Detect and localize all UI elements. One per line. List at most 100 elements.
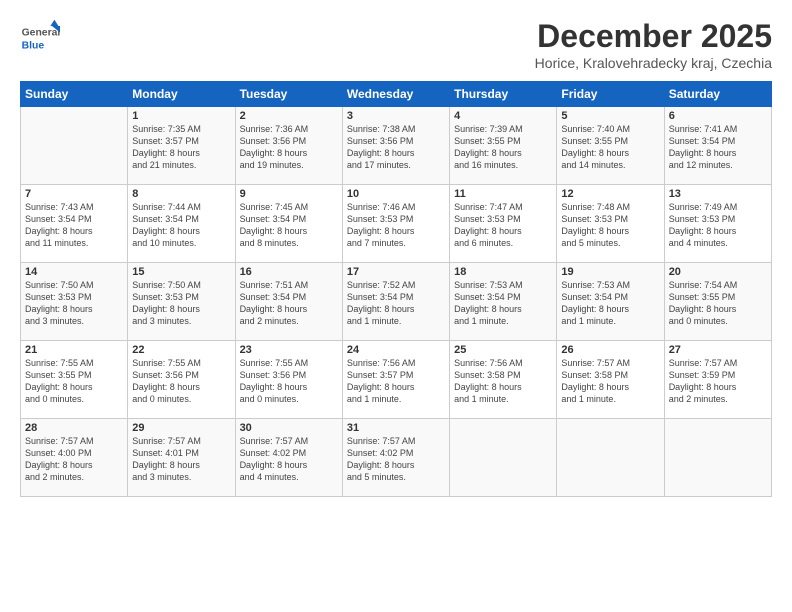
day-number: 10 (347, 188, 445, 200)
day-info: Sunrise: 7:57 AM Sunset: 4:01 PM Dayligh… (132, 435, 230, 484)
day-number: 9 (240, 188, 338, 200)
day-cell: 2Sunrise: 7:36 AM Sunset: 3:56 PM Daylig… (235, 107, 342, 185)
day-info: Sunrise: 7:57 AM Sunset: 4:00 PM Dayligh… (25, 435, 123, 484)
page: General Blue December 2025 Horice, Kralo… (0, 0, 792, 612)
day-info: Sunrise: 7:57 AM Sunset: 3:59 PM Dayligh… (669, 357, 767, 406)
day-cell: 27Sunrise: 7:57 AM Sunset: 3:59 PM Dayli… (664, 341, 771, 419)
day-number: 29 (132, 422, 230, 434)
day-number: 16 (240, 266, 338, 278)
day-cell: 26Sunrise: 7:57 AM Sunset: 3:58 PM Dayli… (557, 341, 664, 419)
day-cell: 11Sunrise: 7:47 AM Sunset: 3:53 PM Dayli… (450, 185, 557, 263)
day-info: Sunrise: 7:53 AM Sunset: 3:54 PM Dayligh… (561, 279, 659, 328)
day-number: 11 (454, 188, 552, 200)
day-number: 8 (132, 188, 230, 200)
day-cell: 24Sunrise: 7:56 AM Sunset: 3:57 PM Dayli… (342, 341, 449, 419)
day-info: Sunrise: 7:57 AM Sunset: 4:02 PM Dayligh… (240, 435, 338, 484)
calendar-subtitle: Horice, Kralovehradecky kraj, Czechia (535, 55, 772, 71)
day-number: 19 (561, 266, 659, 278)
day-info: Sunrise: 7:54 AM Sunset: 3:55 PM Dayligh… (669, 279, 767, 328)
day-number: 21 (25, 344, 123, 356)
header-row: SundayMondayTuesdayWednesdayThursdayFrid… (21, 82, 772, 107)
svg-text:General: General (22, 28, 60, 39)
day-info: Sunrise: 7:48 AM Sunset: 3:53 PM Dayligh… (561, 201, 659, 250)
day-cell: 19Sunrise: 7:53 AM Sunset: 3:54 PM Dayli… (557, 263, 664, 341)
day-cell: 5Sunrise: 7:40 AM Sunset: 3:55 PM Daylig… (557, 107, 664, 185)
day-cell (450, 419, 557, 497)
day-info: Sunrise: 7:56 AM Sunset: 3:58 PM Dayligh… (454, 357, 552, 406)
day-cell: 4Sunrise: 7:39 AM Sunset: 3:55 PM Daylig… (450, 107, 557, 185)
day-cell (557, 419, 664, 497)
day-info: Sunrise: 7:56 AM Sunset: 3:57 PM Dayligh… (347, 357, 445, 406)
day-cell: 23Sunrise: 7:55 AM Sunset: 3:56 PM Dayli… (235, 341, 342, 419)
header: General Blue December 2025 Horice, Kralo… (20, 18, 772, 71)
day-number: 28 (25, 422, 123, 434)
day-number: 30 (240, 422, 338, 434)
col-header-monday: Monday (128, 82, 235, 107)
day-cell: 30Sunrise: 7:57 AM Sunset: 4:02 PM Dayli… (235, 419, 342, 497)
day-number: 6 (669, 110, 767, 122)
day-number: 23 (240, 344, 338, 356)
day-info: Sunrise: 7:41 AM Sunset: 3:54 PM Dayligh… (669, 123, 767, 172)
day-info: Sunrise: 7:55 AM Sunset: 3:56 PM Dayligh… (240, 357, 338, 406)
day-number: 2 (240, 110, 338, 122)
day-cell: 8Sunrise: 7:44 AM Sunset: 3:54 PM Daylig… (128, 185, 235, 263)
day-cell: 16Sunrise: 7:51 AM Sunset: 3:54 PM Dayli… (235, 263, 342, 341)
day-cell: 25Sunrise: 7:56 AM Sunset: 3:58 PM Dayli… (450, 341, 557, 419)
day-number: 15 (132, 266, 230, 278)
logo: General Blue (20, 18, 60, 58)
day-number: 4 (454, 110, 552, 122)
day-info: Sunrise: 7:50 AM Sunset: 3:53 PM Dayligh… (25, 279, 123, 328)
day-info: Sunrise: 7:43 AM Sunset: 3:54 PM Dayligh… (25, 201, 123, 250)
day-cell: 9Sunrise: 7:45 AM Sunset: 3:54 PM Daylig… (235, 185, 342, 263)
week-row-2: 7Sunrise: 7:43 AM Sunset: 3:54 PM Daylig… (21, 185, 772, 263)
col-header-thursday: Thursday (450, 82, 557, 107)
day-info: Sunrise: 7:50 AM Sunset: 3:53 PM Dayligh… (132, 279, 230, 328)
week-row-3: 14Sunrise: 7:50 AM Sunset: 3:53 PM Dayli… (21, 263, 772, 341)
day-number: 14 (25, 266, 123, 278)
day-info: Sunrise: 7:36 AM Sunset: 3:56 PM Dayligh… (240, 123, 338, 172)
day-number: 26 (561, 344, 659, 356)
day-cell: 21Sunrise: 7:55 AM Sunset: 3:55 PM Dayli… (21, 341, 128, 419)
day-number: 1 (132, 110, 230, 122)
day-cell: 3Sunrise: 7:38 AM Sunset: 3:56 PM Daylig… (342, 107, 449, 185)
day-info: Sunrise: 7:55 AM Sunset: 3:56 PM Dayligh… (132, 357, 230, 406)
day-cell: 31Sunrise: 7:57 AM Sunset: 4:02 PM Dayli… (342, 419, 449, 497)
day-info: Sunrise: 7:44 AM Sunset: 3:54 PM Dayligh… (132, 201, 230, 250)
day-cell (21, 107, 128, 185)
day-info: Sunrise: 7:46 AM Sunset: 3:53 PM Dayligh… (347, 201, 445, 250)
calendar-table: SundayMondayTuesdayWednesdayThursdayFrid… (20, 81, 772, 497)
day-cell: 12Sunrise: 7:48 AM Sunset: 3:53 PM Dayli… (557, 185, 664, 263)
day-cell: 13Sunrise: 7:49 AM Sunset: 3:53 PM Dayli… (664, 185, 771, 263)
day-info: Sunrise: 7:38 AM Sunset: 3:56 PM Dayligh… (347, 123, 445, 172)
day-cell: 18Sunrise: 7:53 AM Sunset: 3:54 PM Dayli… (450, 263, 557, 341)
day-cell: 1Sunrise: 7:35 AM Sunset: 3:57 PM Daylig… (128, 107, 235, 185)
day-info: Sunrise: 7:35 AM Sunset: 3:57 PM Dayligh… (132, 123, 230, 172)
day-cell: 15Sunrise: 7:50 AM Sunset: 3:53 PM Dayli… (128, 263, 235, 341)
day-number: 27 (669, 344, 767, 356)
col-header-friday: Friday (557, 82, 664, 107)
day-cell (664, 419, 771, 497)
week-row-4: 21Sunrise: 7:55 AM Sunset: 3:55 PM Dayli… (21, 341, 772, 419)
logo-icon: General Blue (20, 18, 60, 58)
day-info: Sunrise: 7:40 AM Sunset: 3:55 PM Dayligh… (561, 123, 659, 172)
day-number: 5 (561, 110, 659, 122)
day-info: Sunrise: 7:39 AM Sunset: 3:55 PM Dayligh… (454, 123, 552, 172)
day-number: 31 (347, 422, 445, 434)
day-info: Sunrise: 7:47 AM Sunset: 3:53 PM Dayligh… (454, 201, 552, 250)
day-cell: 20Sunrise: 7:54 AM Sunset: 3:55 PM Dayli… (664, 263, 771, 341)
title-block: December 2025 Horice, Kralovehradecky kr… (535, 18, 772, 71)
col-header-tuesday: Tuesday (235, 82, 342, 107)
day-cell: 28Sunrise: 7:57 AM Sunset: 4:00 PM Dayli… (21, 419, 128, 497)
day-cell: 10Sunrise: 7:46 AM Sunset: 3:53 PM Dayli… (342, 185, 449, 263)
day-cell: 7Sunrise: 7:43 AM Sunset: 3:54 PM Daylig… (21, 185, 128, 263)
col-header-sunday: Sunday (21, 82, 128, 107)
day-info: Sunrise: 7:52 AM Sunset: 3:54 PM Dayligh… (347, 279, 445, 328)
day-info: Sunrise: 7:57 AM Sunset: 4:02 PM Dayligh… (347, 435, 445, 484)
day-info: Sunrise: 7:57 AM Sunset: 3:58 PM Dayligh… (561, 357, 659, 406)
day-number: 17 (347, 266, 445, 278)
day-number: 12 (561, 188, 659, 200)
day-info: Sunrise: 7:45 AM Sunset: 3:54 PM Dayligh… (240, 201, 338, 250)
day-cell: 6Sunrise: 7:41 AM Sunset: 3:54 PM Daylig… (664, 107, 771, 185)
day-number: 20 (669, 266, 767, 278)
day-cell: 14Sunrise: 7:50 AM Sunset: 3:53 PM Dayli… (21, 263, 128, 341)
